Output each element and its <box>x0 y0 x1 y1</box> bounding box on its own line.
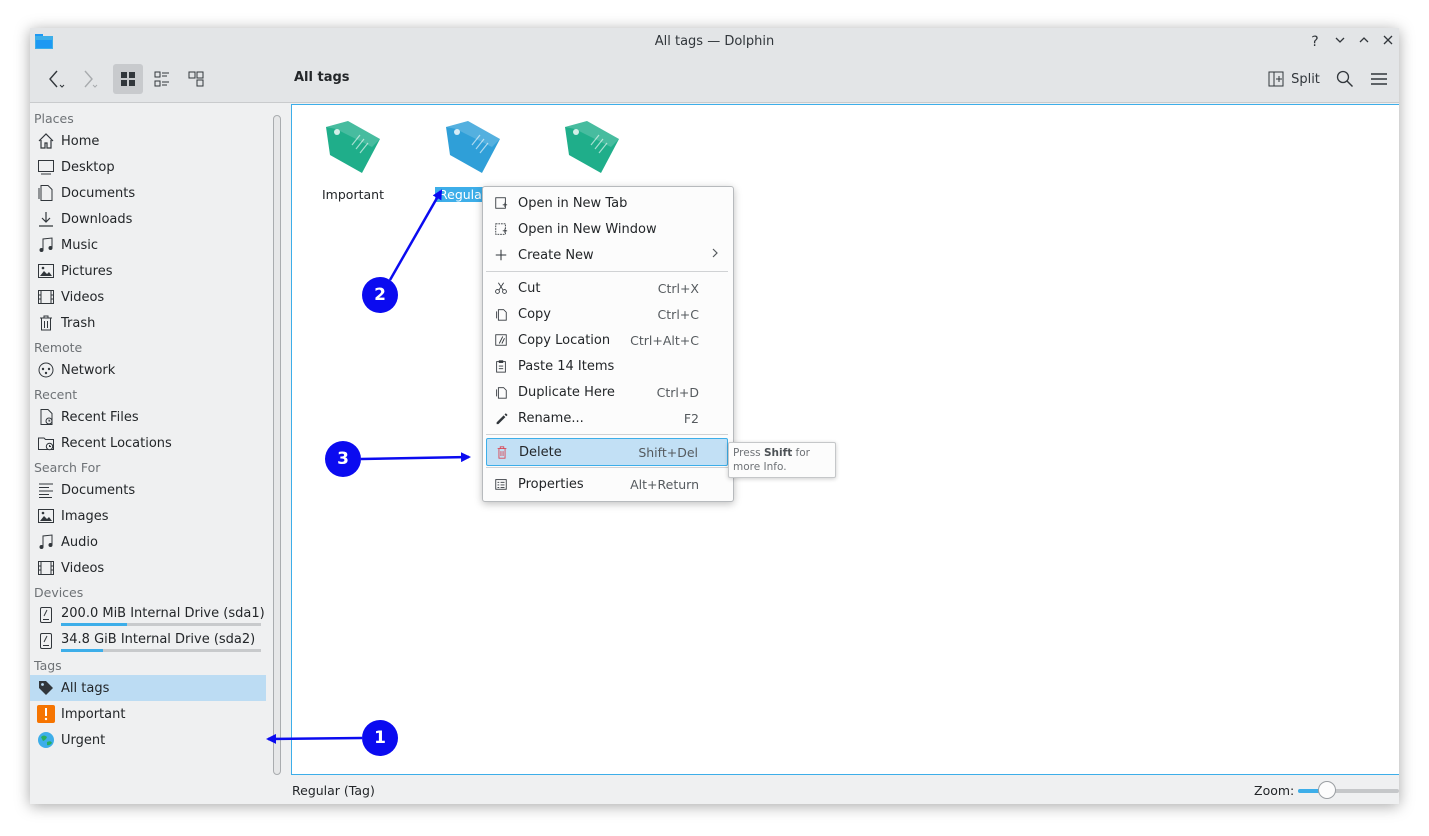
annotation-arrows <box>266 189 471 744</box>
arrow-1 <box>266 733 363 744</box>
annotation-badge-3: 3 <box>325 441 361 477</box>
annotation-badge-1: 1 <box>362 720 398 756</box>
arrow-2 <box>388 189 443 281</box>
annotation-badge-2: 2 <box>362 277 398 313</box>
arrow-3 <box>360 452 471 463</box>
